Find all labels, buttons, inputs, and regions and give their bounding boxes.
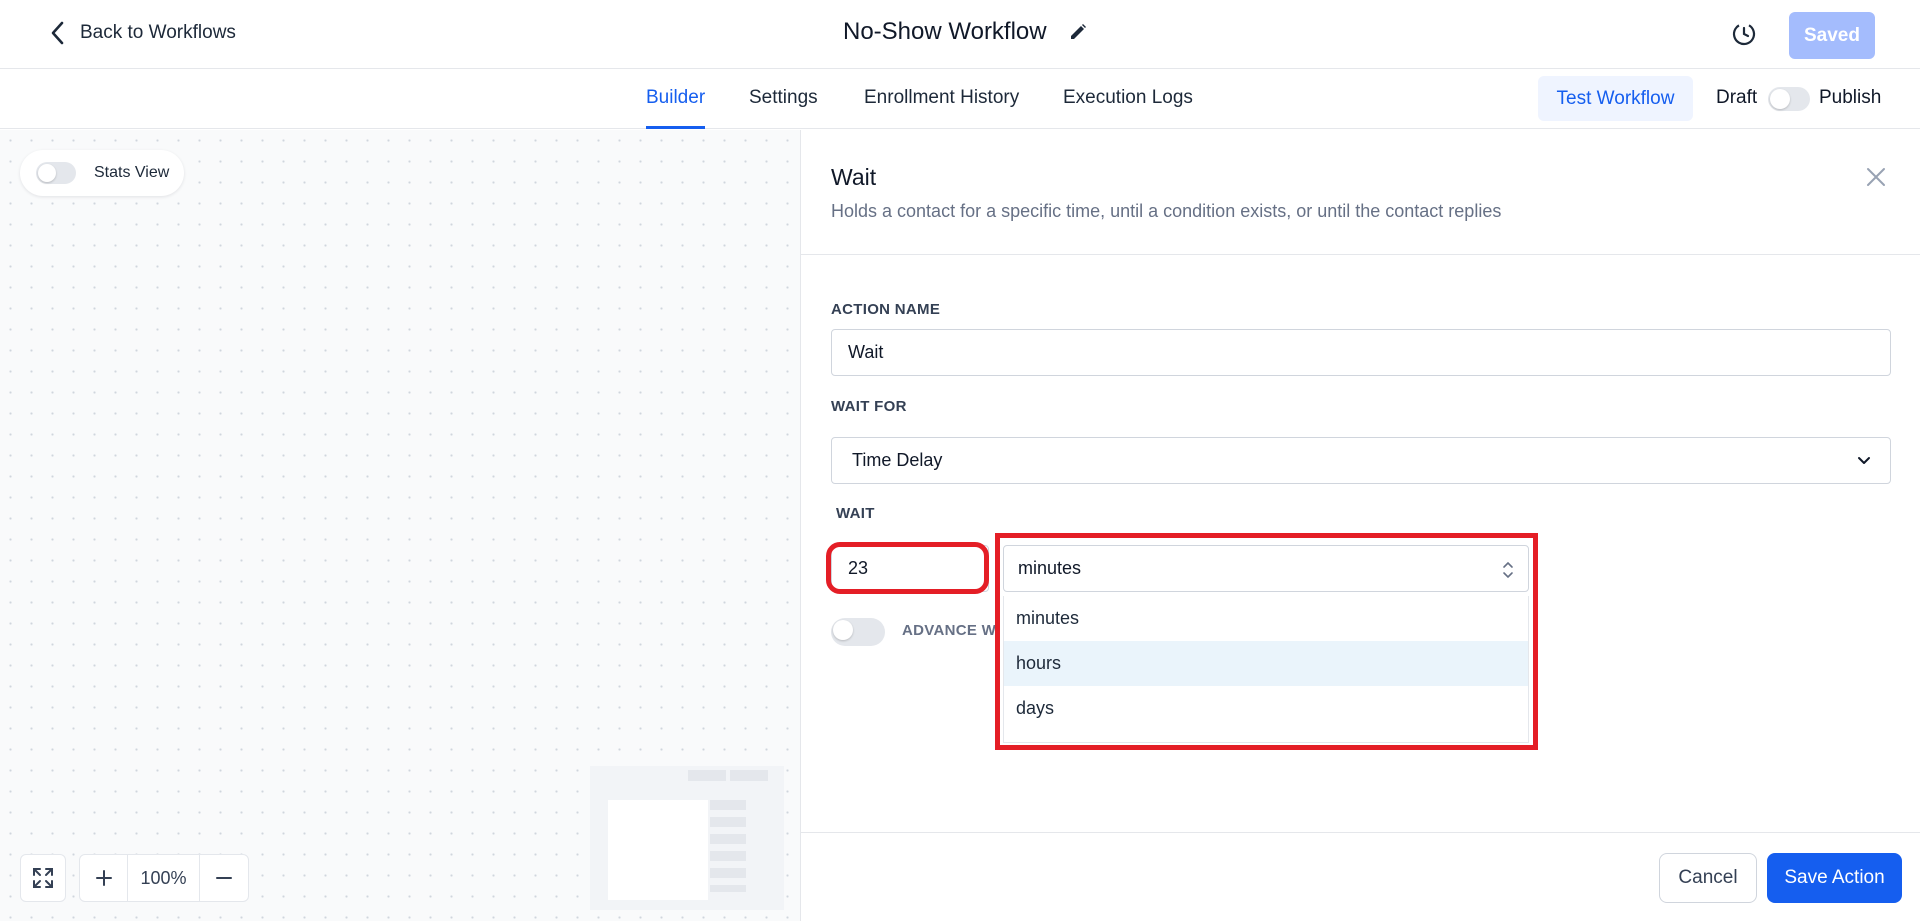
minimap[interactable]	[590, 766, 784, 910]
stats-view-pill: Stats View	[20, 150, 184, 196]
stats-view-toggle[interactable]	[36, 162, 76, 184]
panel-divider	[801, 254, 1920, 255]
workflow-canvas[interactable]: Stats View 100%	[0, 130, 800, 921]
plus-icon	[95, 870, 112, 886]
tab-execution-logs[interactable]: Execution Logs	[1063, 87, 1193, 109]
fit-view-button[interactable]	[20, 854, 66, 902]
minimap-node	[710, 851, 746, 861]
draft-label: Draft	[1716, 87, 1758, 108]
workflow-title: No-Show Workflow	[843, 18, 1047, 45]
zoom-out-button[interactable]	[200, 855, 248, 901]
minimap-node	[710, 885, 746, 892]
wait-label: WAIT	[836, 505, 875, 522]
publish-label: Publish	[1819, 87, 1882, 108]
cancel-button[interactable]: Cancel	[1659, 853, 1757, 903]
stats-view-label: Stats View	[94, 164, 170, 181]
active-tab-indicator	[646, 126, 705, 129]
minimap-node	[710, 800, 746, 810]
action-name-input[interactable]: Wait	[831, 329, 1891, 376]
top-header: Back to Workflows No-Show Workflow Saved	[0, 0, 1920, 69]
advance-window-label: ADVANCE W	[902, 622, 997, 639]
minimap-node	[710, 834, 746, 844]
advance-window-toggle[interactable]	[831, 618, 885, 646]
action-panel: Wait Holds a contact for a specific time…	[800, 130, 1920, 921]
minus-icon	[216, 877, 232, 879]
annotation-highlight-amount	[826, 542, 989, 594]
close-icon[interactable]	[1865, 166, 1887, 188]
footer-divider	[801, 832, 1920, 833]
panel-title: Wait	[831, 164, 877, 190]
zoom-level: 100%	[128, 855, 200, 901]
chevron-left-icon	[51, 21, 64, 45]
back-to-workflows-link[interactable]: Back to Workflows	[48, 20, 236, 46]
minimap-viewport	[608, 800, 708, 900]
annotation-highlight-unit	[995, 533, 1538, 750]
wait-for-label: WAIT FOR	[831, 398, 907, 415]
tab-enrollment-history[interactable]: Enrollment History	[864, 87, 1019, 109]
tab-builder[interactable]: Builder	[646, 87, 705, 109]
test-workflow-button[interactable]: Test Workflow	[1538, 76, 1693, 121]
tab-settings[interactable]: Settings	[749, 87, 818, 109]
zoom-controls: 100%	[79, 854, 249, 902]
wait-for-select[interactable]: Time Delay	[831, 437, 1891, 484]
history-icon[interactable]	[1729, 19, 1759, 49]
save-action-button[interactable]: Save Action	[1767, 853, 1902, 903]
tabs-bar: Builder Settings Enrollment History Exec…	[0, 69, 1920, 129]
workflow-title-group: No-Show Workflow	[843, 18, 1087, 46]
minimap-node	[710, 817, 746, 827]
publish-toggle[interactable]	[1768, 87, 1810, 111]
action-name-value: Wait	[848, 342, 884, 362]
saved-button[interactable]: Saved	[1789, 12, 1875, 59]
minimap-block	[730, 770, 768, 781]
panel-description: Holds a contact for a specific time, unt…	[831, 201, 1502, 221]
expand-icon	[33, 868, 53, 888]
back-label: Back to Workflows	[80, 22, 236, 43]
action-name-label: ACTION NAME	[831, 301, 941, 318]
wait-for-value: Time Delay	[852, 450, 943, 470]
minimap-block	[688, 770, 726, 781]
minimap-node	[710, 868, 746, 878]
pencil-icon[interactable]	[1069, 23, 1087, 41]
zoom-in-button[interactable]	[80, 855, 128, 901]
chevron-down-icon	[1858, 457, 1870, 464]
